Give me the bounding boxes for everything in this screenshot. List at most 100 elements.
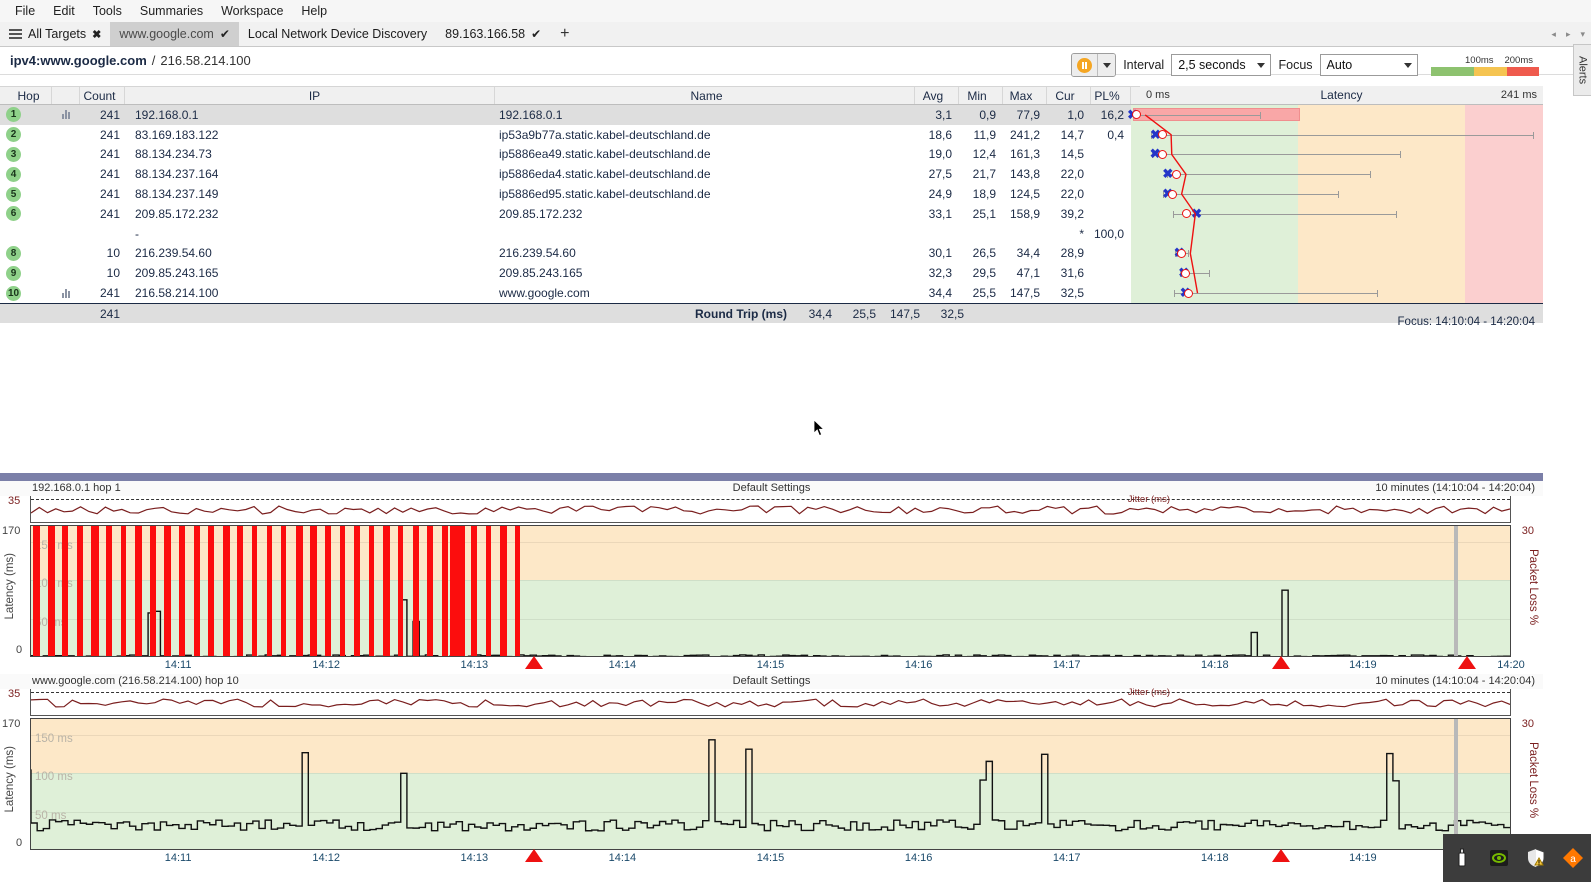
table-row[interactable]: 4 241 88.134.237.164 ip5886eda4.static.kabe… <box>0 164 1543 185</box>
latency-cell[interactable]: ✖ <box>1131 164 1543 185</box>
time-tick: 14:13 <box>460 852 489 864</box>
table-row[interactable]: 9 10 209.85.243.165 209.85.243.165 32,3 29,5 4… <box>0 263 1543 284</box>
cell-count: 10 <box>106 266 120 281</box>
cell-cur: 32,5 <box>1060 286 1084 301</box>
chevron-down-icon[interactable]: ▾ <box>1580 29 1585 40</box>
latency-plot[interactable]: 150 ms100 ms50 ms <box>30 525 1511 657</box>
cell-cur: 14,5 <box>1060 147 1084 162</box>
avast-icon[interactable]: a <box>1562 847 1584 869</box>
packet-loss-bar <box>441 526 449 656</box>
bar-chart-icon[interactable] <box>61 288 71 298</box>
latency-cell[interactable]: ✖ <box>1131 283 1543 303</box>
time-tick: 14:14 <box>608 852 637 864</box>
cell-ip: 216.58.214.100 <box>135 286 219 301</box>
latency-max-label: 241 ms <box>1500 89 1537 101</box>
alert-marker-icon[interactable] <box>524 656 543 669</box>
chart-header: 192.168.0.1 hop 1 Default Settings 10 mi… <box>0 481 1543 496</box>
latency-cell[interactable]: ✖ <box>1131 243 1543 264</box>
cell-max: 124,5 <box>1009 187 1040 202</box>
chevron-right-icon[interactable]: ▸ <box>1566 29 1571 40</box>
cell-count: 241 <box>99 206 120 221</box>
usb-icon[interactable] <box>1451 847 1473 869</box>
menu-item-help[interactable]: Help <box>292 2 336 20</box>
menu-item-file[interactable]: File <box>6 2 44 20</box>
interval-select[interactable]: 2,5 seconds <box>1171 54 1272 76</box>
table-row[interactable]: 8 10 216.239.54.60 216.239.54.60 30,1 26,5 34,… <box>0 243 1543 264</box>
menu-item-summaries[interactable]: Summaries <box>131 2 212 20</box>
packet-loss-bar <box>106 526 113 656</box>
menu-item-edit[interactable]: Edit <box>44 2 84 20</box>
latency-cell[interactable]: ✖ <box>1127 105 1543 125</box>
latency-plot[interactable]: 150 ms100 ms50 ms <box>30 718 1511 850</box>
time-tick: 14:11 <box>164 852 192 864</box>
column-header-cur[interactable]: Cur <box>1047 87 1091 104</box>
pause-button[interactable] <box>1072 54 1098 76</box>
time-tick: 14:12 <box>312 659 340 671</box>
cell-name: ip5886eda4.static.kabel-deutschland.de <box>499 167 711 182</box>
column-header-hop[interactable]: Hop <box>0 87 52 104</box>
menu-item-workspace[interactable]: Workspace <box>212 2 292 20</box>
alert-marker-icon[interactable] <box>1457 656 1476 669</box>
packet-loss-bar <box>222 526 231 656</box>
alert-marker-icon[interactable] <box>1272 656 1291 669</box>
pause-dropdown-button[interactable] <box>1097 54 1116 76</box>
column-header-name[interactable]: Name <box>495 87 915 104</box>
chevron-down-icon <box>1404 62 1413 68</box>
cell-max: 77,9 <box>1016 107 1040 122</box>
hop-badge: 3 <box>6 146 21 162</box>
menu-item-tools[interactable]: Tools <box>84 2 131 20</box>
current-time-line <box>1453 719 1458 849</box>
jitter-subchart: Jitter (ms) <box>30 494 1511 523</box>
time-axis: 14:11 14:12 14:13 14:14 14:15 14:16 14:17 14:18… <box>30 849 1511 867</box>
pause-button-group[interactable] <box>1071 53 1117 77</box>
summary-count: 241 <box>99 306 120 321</box>
packet-loss-bar <box>325 526 331 656</box>
tab-label: Local Network Device Discovery <box>247 27 428 41</box>
cell-avg: 24,9 <box>928 187 952 202</box>
packet-loss-bar <box>412 526 420 656</box>
shield-warning-icon[interactable] <box>1525 847 1547 869</box>
hop-badge: 9 <box>6 265 21 281</box>
tab-all-targets[interactable]: All Targets ✖ <box>0 22 110 46</box>
table-row[interactable]: 10 241 216.58.214.100 www.google.com 34,4 25,… <box>0 283 1543 303</box>
table-row[interactable]: 3 241 88.134.234.73 ip5886ea49.static.kabel… <box>0 144 1543 165</box>
latency-cell[interactable] <box>1131 223 1543 244</box>
focus-select[interactable]: Auto <box>1319 54 1419 76</box>
tab-www-google-com[interactable]: www.google.com ✔ <box>110 22 239 46</box>
jitter-subchart: Jitter (ms) <box>30 687 1511 716</box>
table-row[interactable]: 2 241 83.169.183.122 ip53a9b77a.static.kabe… <box>0 124 1543 145</box>
close-icon[interactable]: ✖ <box>92 28 101 41</box>
packet-loss-bar <box>281 526 287 656</box>
latency-cell[interactable]: ✖ <box>1131 184 1543 204</box>
cell-avg: 27,5 <box>928 167 952 182</box>
cell-pl: 16,2 <box>1100 107 1124 122</box>
column-header-count[interactable]: Count <box>80 87 125 104</box>
chevron-left-icon[interactable]: ◂ <box>1551 29 1556 40</box>
packet-loss-bar <box>500 526 507 656</box>
add-tab-button[interactable]: + <box>550 22 579 46</box>
nvidia-icon[interactable] <box>1488 847 1510 869</box>
latency-cell[interactable]: ✖ <box>1131 263 1543 284</box>
table-row[interactable]: 5 241 88.134.237.149 ip5886ed95.static.kabe… <box>0 184 1543 204</box>
bar-chart-icon[interactable] <box>61 110 71 120</box>
column-header-min[interactable]: Min <box>959 87 1003 104</box>
tab-local-network-device-discovery[interactable]: Local Network Device Discovery <box>239 22 436 46</box>
time-tick: 14:12 <box>312 852 340 864</box>
alert-marker-icon[interactable] <box>524 849 543 862</box>
alerts-panel-tab[interactable]: Alerts <box>1573 44 1591 96</box>
column-header-ip[interactable]: IP <box>125 87 495 104</box>
alert-marker-icon[interactable] <box>1272 849 1291 862</box>
panel-splitter[interactable] <box>0 473 1543 481</box>
column-header-max[interactable]: Max <box>1003 87 1047 104</box>
column-header-pl[interactable]: PL% <box>1091 87 1131 104</box>
latency-cell[interactable]: ✖ <box>1131 144 1543 165</box>
latency-cell[interactable]: ✖ <box>1131 203 1543 224</box>
tab-89-163-166-58[interactable]: 89.163.166.58 ✔ <box>436 22 550 46</box>
cell-max: 143,8 <box>1009 167 1040 182</box>
column-header-avg[interactable]: Avg <box>915 87 959 104</box>
latency-cell[interactable]: ✖ <box>1131 124 1543 145</box>
table-row[interactable]: 1 241 192.168.0.1 192.168.0.1 3,1 0,9 77,9 1,0 1… <box>0 105 1543 125</box>
table-row[interactable]: 6 241 209.85.172.232 209.85.172.232 33,1 25,1… <box>0 203 1543 224</box>
table-row[interactable]: - * 100,0 <box>0 223 1543 244</box>
current-marker: ✖ <box>1191 205 1202 221</box>
